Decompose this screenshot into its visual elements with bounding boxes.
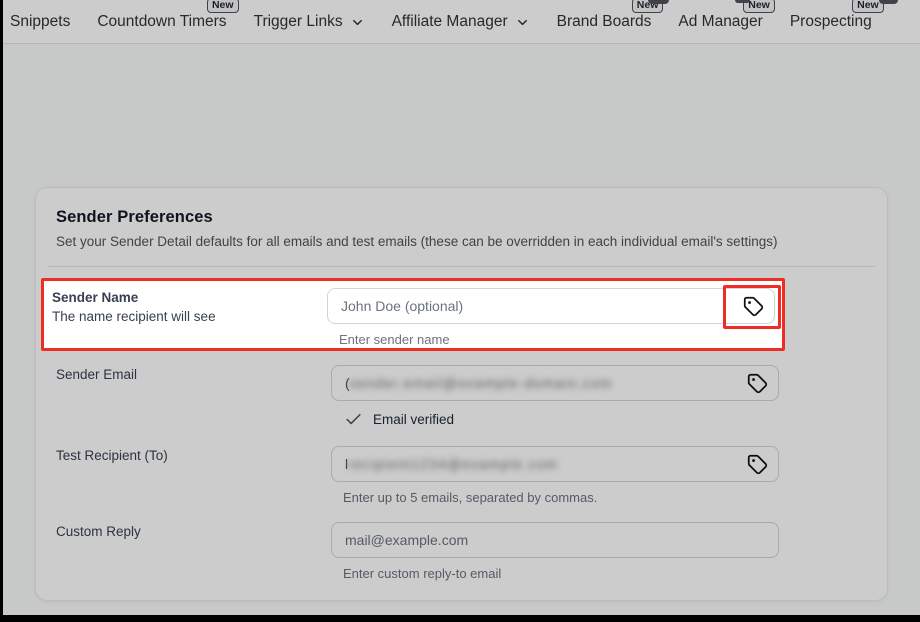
sender-name-label-col: Sender Name The name recipient will see xyxy=(52,288,327,324)
sender-name-label: Sender Name xyxy=(52,290,327,305)
sender-name-helper: Enter sender name xyxy=(339,332,775,347)
sender-name-sublabel: The name recipient will see xyxy=(52,309,327,324)
letterbox-bottom xyxy=(0,615,920,622)
app-viewport: Snippets Countdown Timers New Trigger Li… xyxy=(3,0,920,615)
tag-icon[interactable] xyxy=(741,294,765,318)
letterbox-left xyxy=(0,0,3,622)
sender-name-input-wrap xyxy=(327,288,775,324)
sender-name-input[interactable] xyxy=(341,298,734,314)
sender-name-row-highlighted: Sender Name The name recipient will see … xyxy=(41,278,785,351)
